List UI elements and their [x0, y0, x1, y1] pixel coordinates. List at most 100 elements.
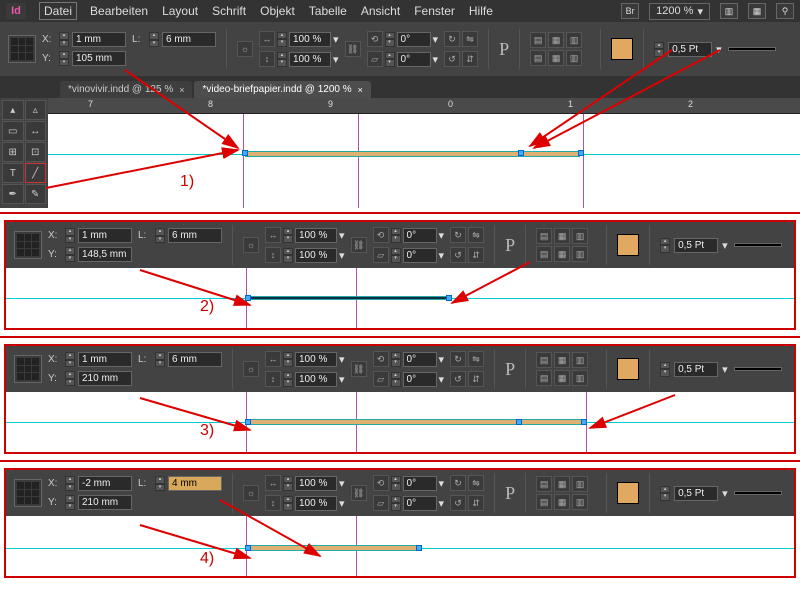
- menu-ansicht[interactable]: Ansicht: [361, 4, 400, 18]
- fill-swatch[interactable]: [617, 234, 639, 256]
- rotate-cw-icon[interactable]: ↻: [444, 31, 460, 47]
- menu-fenster[interactable]: Fenster: [414, 4, 455, 18]
- reference-point-grid[interactable]: [14, 479, 42, 507]
- l-input[interactable]: [168, 476, 222, 491]
- pencil-tool[interactable]: ✎: [25, 184, 47, 204]
- guide-vertical[interactable]: [358, 114, 359, 208]
- chain-icon[interactable]: ⛓: [345, 41, 361, 57]
- chevron-down-icon[interactable]: ▾: [716, 43, 722, 56]
- reference-point-grid[interactable]: [8, 35, 36, 63]
- close-icon[interactable]: ×: [179, 85, 184, 95]
- stroke-weight-input[interactable]: [668, 42, 712, 57]
- chevron-down-icon[interactable]: ▾: [433, 53, 439, 66]
- canvas[interactable]: [6, 268, 794, 328]
- line-object[interactable]: [248, 296, 448, 300]
- view-mode-icon[interactable]: ▥: [720, 3, 738, 19]
- rotate-ccw-icon[interactable]: ↺: [444, 51, 460, 67]
- bridge-icon[interactable]: Br: [621, 3, 639, 19]
- line-handle-end[interactable]: [416, 545, 422, 551]
- menu-datei[interactable]: Datei: [40, 3, 76, 19]
- line-handle-start[interactable]: [245, 545, 251, 551]
- align-icons[interactable]: ▤▦▥ ▤▦▥: [530, 32, 590, 66]
- line-handle-end[interactable]: [581, 419, 587, 425]
- x-input[interactable]: [78, 352, 132, 367]
- x-input[interactable]: [78, 228, 132, 243]
- l-input[interactable]: [168, 228, 222, 243]
- line-object[interactable]: [245, 151, 580, 157]
- horizontal-ruler[interactable]: 7 8 9 0 1 2: [48, 98, 800, 114]
- y-input[interactable]: [72, 51, 126, 66]
- stroke-weight-input[interactable]: [674, 362, 718, 377]
- constrain-icon[interactable]: ☼: [237, 41, 253, 57]
- direct-selection-tool[interactable]: ▵: [25, 100, 47, 120]
- line-object[interactable]: [248, 419, 583, 425]
- arrange-icon[interactable]: ▦: [748, 3, 766, 19]
- menu-objekt[interactable]: Objekt: [260, 4, 295, 18]
- flip-v-icon[interactable]: ⇵: [462, 51, 478, 67]
- fill-swatch[interactable]: [617, 482, 639, 504]
- line-object[interactable]: [248, 545, 418, 551]
- canvas[interactable]: [6, 392, 794, 452]
- x-input[interactable]: [78, 476, 132, 491]
- fill-swatch[interactable]: [611, 38, 633, 60]
- rot-stepper[interactable]: ▴▾: [385, 32, 395, 47]
- guide-vertical[interactable]: [583, 114, 584, 208]
- menu-schrift[interactable]: Schrift: [212, 4, 246, 18]
- line-handle-start[interactable]: [245, 419, 251, 425]
- chevron-down-icon[interactable]: ▾: [333, 53, 339, 66]
- line-handle-end[interactable]: [446, 295, 452, 301]
- menu-bearbeiten[interactable]: Bearbeiten: [90, 4, 148, 18]
- paragraph-style-icon[interactable]: P: [505, 359, 515, 380]
- page-tool[interactable]: ▭: [2, 121, 24, 141]
- reference-point-grid[interactable]: [14, 355, 42, 383]
- content-tool-2[interactable]: ⊡: [25, 142, 47, 162]
- line-handle-start[interactable]: [242, 150, 248, 156]
- y-input[interactable]: [78, 247, 132, 262]
- y-input[interactable]: [78, 495, 132, 510]
- stroke-stepper[interactable]: ▴▾: [654, 42, 664, 57]
- line-tool[interactable]: ╱: [25, 163, 47, 183]
- rotate-input[interactable]: [397, 32, 431, 47]
- zoom-level[interactable]: 1200 %▾: [649, 3, 710, 20]
- tab-video-briefpapier[interactable]: *video-briefpapier.indd @ 1200 %×: [194, 81, 370, 98]
- sy-stepper[interactable]: ▴▾: [277, 52, 287, 67]
- paragraph-style-icon[interactable]: P: [505, 483, 515, 504]
- l-input[interactable]: [168, 352, 222, 367]
- stroke-style[interactable]: [734, 367, 782, 371]
- stroke-weight-input[interactable]: [674, 238, 718, 253]
- flip-h-icon[interactable]: ⇋: [462, 31, 478, 47]
- y-stepper[interactable]: ▴▾: [59, 51, 69, 66]
- chevron-down-icon[interactable]: ▾: [433, 33, 439, 46]
- line-handle-mid[interactable]: [516, 419, 522, 425]
- canvas[interactable]: [6, 516, 794, 576]
- sx-stepper[interactable]: ▴▾: [277, 32, 287, 47]
- menu-hilfe[interactable]: Hilfe: [469, 4, 493, 18]
- scale-y-input[interactable]: [289, 52, 331, 67]
- stroke-style[interactable]: [734, 491, 782, 495]
- l-stepper[interactable]: ▴▾: [149, 32, 159, 47]
- line-handle-end[interactable]: [578, 150, 584, 156]
- paragraph-style-icon[interactable]: P: [505, 235, 515, 256]
- reference-point-grid[interactable]: [14, 231, 42, 259]
- scale-x-input[interactable]: [289, 32, 331, 47]
- l-input[interactable]: [162, 32, 216, 47]
- stroke-style[interactable]: [728, 47, 776, 51]
- stroke-style[interactable]: [734, 243, 782, 247]
- menu-tabelle[interactable]: Tabelle: [309, 4, 347, 18]
- menu-layout[interactable]: Layout: [162, 4, 198, 18]
- fill-swatch[interactable]: [617, 358, 639, 380]
- line-handle-mid[interactable]: [518, 150, 524, 156]
- shr-stepper[interactable]: ▴▾: [385, 52, 395, 67]
- guide-vertical[interactable]: [243, 114, 244, 208]
- selection-tool[interactable]: ▴: [2, 100, 24, 120]
- paragraph-style-icon[interactable]: P: [499, 39, 509, 60]
- content-tool[interactable]: ⊞: [2, 142, 24, 162]
- shear-input[interactable]: [397, 52, 431, 67]
- close-icon[interactable]: ×: [358, 85, 363, 95]
- type-tool[interactable]: T: [2, 163, 24, 183]
- stroke-weight-input[interactable]: [674, 486, 718, 501]
- x-stepper[interactable]: ▴▾: [59, 32, 69, 47]
- search-icon[interactable]: ⚲: [776, 3, 794, 19]
- x-input[interactable]: [72, 32, 126, 47]
- canvas[interactable]: [48, 114, 800, 208]
